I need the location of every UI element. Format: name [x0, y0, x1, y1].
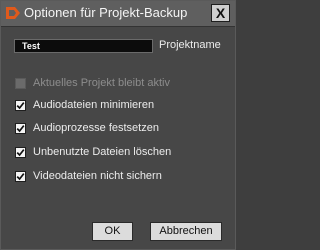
minimize-audio-files-checkbox[interactable]: [15, 100, 26, 111]
checkmark-icon: [16, 125, 25, 133]
checkmark-icon: [16, 102, 25, 110]
keep-project-active-checkbox[interactable]: [15, 78, 26, 89]
freeze-audio-processes-checkbox[interactable]: [15, 123, 26, 134]
option-label: Audiodateien minimieren: [33, 99, 155, 111]
checkmark-icon: [16, 173, 25, 181]
delete-unused-files-checkbox[interactable]: [15, 147, 26, 158]
close-icon: X: [215, 5, 226, 21]
project-name-input[interactable]: [14, 39, 153, 53]
ok-button[interactable]: OK: [92, 222, 133, 241]
option-label: Videodateien nicht sichern: [33, 170, 162, 182]
option-label: Audioprozesse festsetzen: [33, 122, 159, 134]
cancel-button[interactable]: Abbrechen: [150, 222, 222, 241]
option-label: Unbenutzte Dateien löschen: [33, 146, 172, 158]
backup-options-dialog: Optionen für Projekt-Backup X Projektnam…: [0, 0, 236, 250]
checkmark-icon: [16, 149, 25, 157]
cubase-logo-icon: [6, 7, 20, 19]
do-not-backup-video-checkbox[interactable]: [15, 171, 26, 182]
project-name-label: Projektname: [159, 39, 221, 51]
title-bar[interactable]: Optionen für Projekt-Backup X: [1, 1, 235, 27]
window-title: Optionen für Projekt-Backup: [24, 5, 188, 20]
close-button[interactable]: X: [211, 4, 230, 22]
option-label: Aktuelles Projekt bleibt aktiv: [33, 77, 170, 89]
